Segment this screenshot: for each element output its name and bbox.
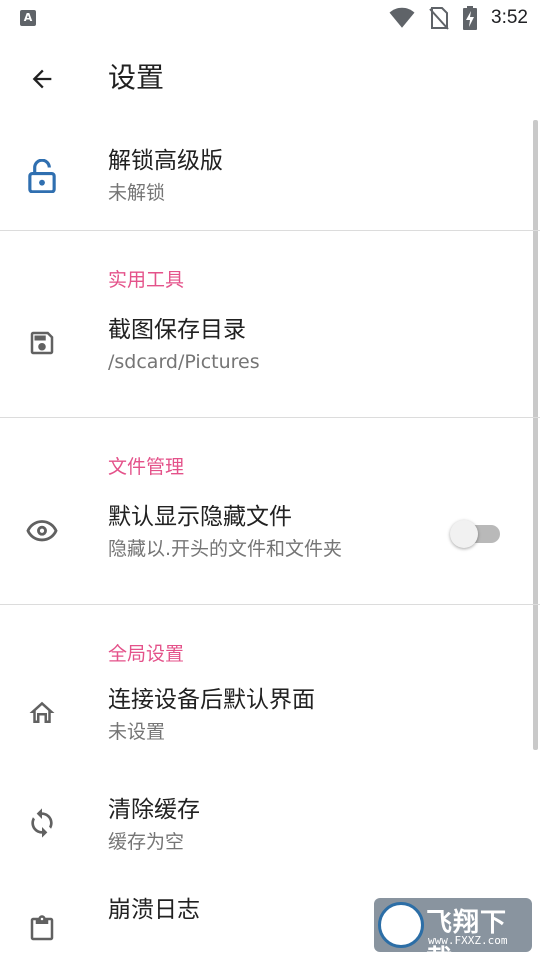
watermark-logo-icon bbox=[378, 902, 424, 948]
screenshot-directory-item[interactable]: 截图保存目录 /sdcard/Pictures bbox=[0, 293, 540, 417]
settings-list: 解锁高级版 未解锁 实用工具 截图保存目录 /sdcard/Pictures 文… bbox=[0, 120, 540, 960]
home-icon bbox=[22, 693, 62, 733]
crash-log-title: 崩溃日志 bbox=[108, 897, 200, 923]
show-hidden-files-toggle[interactable] bbox=[450, 520, 502, 548]
category-tools: 实用工具 bbox=[0, 231, 540, 293]
clock: 3:52 bbox=[491, 7, 528, 28]
default-view-title: 连接设备后默认界面 bbox=[108, 687, 315, 713]
unlock-premium-summary: 未解锁 bbox=[108, 182, 166, 204]
unlock-premium-title: 解锁高级版 bbox=[108, 148, 223, 174]
default-view-item[interactable]: 连接设备后默认界面 未设置 bbox=[0, 667, 540, 777]
battery-charging-icon bbox=[463, 6, 478, 30]
show-hidden-files-title: 默认显示隐藏文件 bbox=[108, 504, 292, 530]
show-hidden-files-summary: 隐藏以.开头的文件和文件夹 bbox=[108, 538, 343, 560]
watermark: 飞翔下载 www.FXXZ.com bbox=[374, 898, 532, 960]
arrow-back-icon bbox=[32, 69, 52, 89]
lock-open-icon bbox=[22, 156, 62, 196]
app-bar: 设置 bbox=[0, 36, 540, 120]
wifi-icon bbox=[389, 7, 415, 28]
clear-cache-summary: 缓存为空 bbox=[108, 831, 185, 853]
category-global-label: 全局设置 bbox=[108, 643, 185, 665]
clear-cache-item[interactable]: 清除缓存 缓存为空 bbox=[0, 777, 540, 887]
screenshot-directory-summary: /sdcard/Pictures bbox=[108, 351, 260, 373]
watermark-text: 飞翔下载 bbox=[426, 908, 508, 960]
category-file-management: 文件管理 bbox=[0, 418, 540, 480]
category-tools-label: 实用工具 bbox=[108, 269, 185, 291]
page-title: 设置 bbox=[108, 61, 165, 94]
save-icon bbox=[22, 323, 62, 363]
default-view-summary: 未设置 bbox=[108, 721, 166, 743]
category-file-management-label: 文件管理 bbox=[108, 456, 185, 478]
toggle-thumb bbox=[450, 520, 478, 548]
sync-icon bbox=[22, 803, 62, 843]
category-global: 全局设置 bbox=[0, 605, 540, 667]
show-hidden-files-item[interactable]: 默认显示隐藏文件 隐藏以.开头的文件和文件夹 bbox=[0, 480, 540, 604]
no-sim-icon bbox=[429, 7, 449, 30]
status-bar: A 3:52 bbox=[0, 0, 540, 36]
screenshot-directory-title: 截图保存目录 bbox=[108, 317, 246, 343]
back-button[interactable] bbox=[18, 56, 66, 102]
clipboard-icon bbox=[22, 909, 62, 949]
notification-a-icon: A bbox=[20, 10, 36, 26]
clear-cache-title: 清除缓存 bbox=[108, 797, 200, 823]
eye-icon bbox=[22, 510, 62, 550]
status-icons: 3:52 bbox=[389, 5, 528, 31]
unlock-premium-item[interactable]: 解锁高级版 未解锁 bbox=[0, 120, 540, 230]
watermark-url: www.FXXZ.com bbox=[428, 934, 508, 947]
